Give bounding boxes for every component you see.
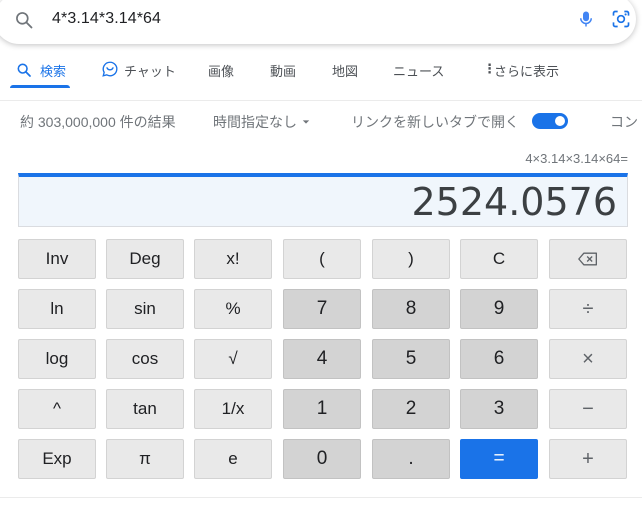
key-close-paren[interactable]: )	[372, 239, 450, 279]
key-log[interactable]: log	[18, 339, 96, 379]
key-5[interactable]: 5	[372, 339, 450, 379]
search-icon	[17, 63, 31, 77]
key-sin[interactable]: sin	[106, 289, 184, 329]
key-decimal[interactable]: .	[372, 439, 450, 479]
key-0[interactable]: 0	[283, 439, 361, 479]
key-1[interactable]: 1	[283, 389, 361, 429]
search-tabs: 検索 チャット 画像 動画 地図 ニュース ⋮ さらに表示	[0, 48, 642, 88]
key-8[interactable]: 8	[372, 289, 450, 329]
key-2[interactable]: 2	[372, 389, 450, 429]
calculator-display: 2524.0576	[18, 173, 628, 227]
key-ln[interactable]: ln	[18, 289, 96, 329]
tab-images[interactable]: 画像	[208, 61, 234, 80]
tab-more[interactable]: さらに表示	[494, 61, 559, 80]
microphone-icon[interactable]	[577, 9, 595, 29]
backspace-icon	[578, 252, 597, 266]
calculator-result: 2524.0576	[411, 180, 618, 224]
calculator-expression: 4×3.14×3.14×64=	[525, 151, 628, 166]
time-filter-dropdown[interactable]: 時間指定なし	[213, 112, 297, 132]
key-tan[interactable]: tan	[106, 389, 184, 429]
key-clear[interactable]: C	[460, 239, 538, 279]
divider	[0, 497, 642, 498]
key-equals[interactable]: =	[460, 439, 538, 479]
new-tab-toggle-label: リンクを新しいタブで開く	[351, 114, 519, 130]
dropdown-arrow-icon	[302, 120, 310, 124]
search-input[interactable]: 4*3.14*3.14*64	[52, 10, 161, 28]
key-power[interactable]: ^	[18, 389, 96, 429]
more-label[interactable]: コン	[610, 112, 638, 132]
key-4[interactable]: 4	[283, 339, 361, 379]
key-9[interactable]: 9	[460, 289, 538, 329]
tab-maps[interactable]: 地図	[332, 61, 358, 80]
key-percent[interactable]: %	[194, 289, 272, 329]
key-6[interactable]: 6	[460, 339, 538, 379]
tab-search[interactable]: 検索	[40, 61, 66, 80]
key-cos[interactable]: cos	[106, 339, 184, 379]
key-backspace[interactable]	[549, 239, 627, 279]
key-pi[interactable]: π	[106, 439, 184, 479]
key-multiply[interactable]: ×	[549, 339, 627, 379]
key-open-paren[interactable]: (	[283, 239, 361, 279]
key-3[interactable]: 3	[460, 389, 538, 429]
key-e[interactable]: e	[194, 439, 272, 479]
key-factorial[interactable]: x!	[194, 239, 272, 279]
result-count: 約 303,000,000 件の結果	[20, 114, 176, 130]
chat-icon	[102, 61, 118, 77]
key-reciprocal[interactable]: 1/x	[194, 389, 272, 429]
result-info-row: 約 303,000,000 件の結果 時間指定なし リンクを新しいタブで開く コ…	[0, 100, 642, 140]
key-inv[interactable]: Inv	[18, 239, 96, 279]
key-7[interactable]: 7	[283, 289, 361, 329]
key-add[interactable]: +	[549, 439, 627, 479]
key-exp[interactable]: Exp	[18, 439, 96, 479]
key-subtract[interactable]: −	[549, 389, 627, 429]
new-tab-toggle[interactable]	[532, 113, 568, 129]
toggle-knob	[555, 116, 565, 126]
search-icon[interactable]	[14, 10, 34, 30]
tab-chat[interactable]: チャット	[124, 61, 176, 80]
lens-icon[interactable]	[611, 9, 631, 29]
active-tab-indicator	[10, 85, 70, 88]
tab-news[interactable]: ニュース	[393, 61, 444, 80]
key-sqrt[interactable]: √	[194, 339, 272, 379]
calculator: 4×3.14×3.14×64= 2524.0576 Inv Deg x! ( )…	[0, 135, 642, 499]
key-divide[interactable]: ÷	[549, 289, 627, 329]
search-bar[interactable]: 4*3.14*3.14*64	[0, 0, 636, 44]
key-deg[interactable]: Deg	[106, 239, 184, 279]
tab-videos[interactable]: 動画	[270, 61, 296, 80]
